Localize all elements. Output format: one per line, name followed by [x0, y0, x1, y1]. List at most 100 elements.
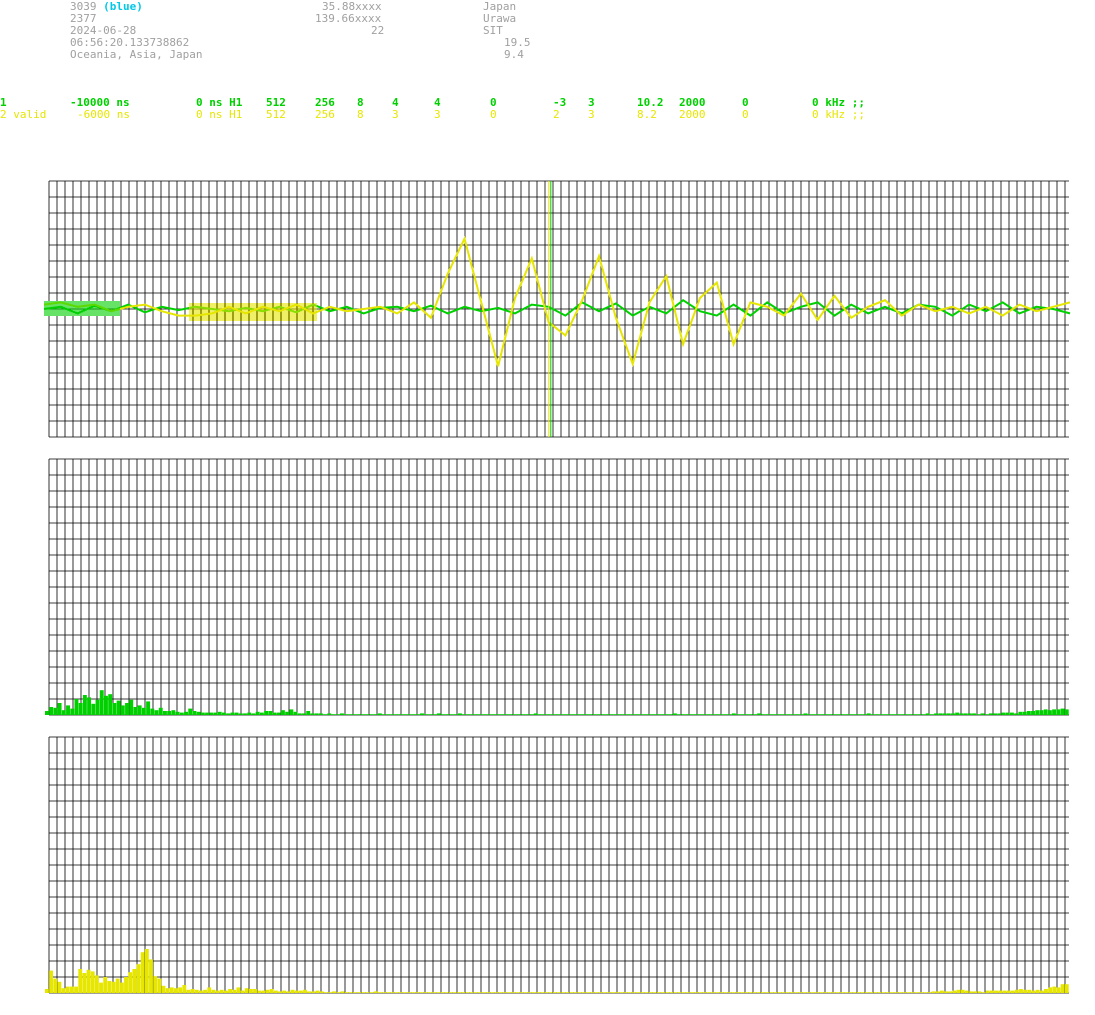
spectrum-1-bar [1001, 712, 1006, 715]
spectrum-2-bar [552, 992, 557, 993]
spectrum-2-bar [344, 992, 349, 993]
spectrum-2-bar [448, 992, 453, 993]
spectrum-2-bar [315, 990, 320, 993]
spectrum-1-bar [91, 703, 96, 715]
spectrum-2-bar [99, 982, 103, 993]
spectrum-2-bar [161, 985, 166, 993]
spectrum-1-bar [356, 714, 361, 715]
spectrum-1-bar [605, 714, 610, 715]
spectrum-1-bar [811, 714, 816, 715]
spectrum-1-bar [196, 711, 201, 715]
spectrum-2-bar [69, 986, 74, 993]
spectrum-1-bar [415, 714, 420, 715]
spectrum-2-bar [423, 992, 428, 993]
spectrum-2-bar [273, 990, 278, 993]
spectrum-2-bar [332, 991, 337, 993]
spectrum-2-bar [190, 989, 195, 993]
spectrum-1-bar [226, 713, 231, 715]
spectrum-1-bar [1010, 712, 1014, 715]
spectrum-1-grid [48, 458, 1069, 716]
spectrum-1-bar [727, 714, 732, 715]
spectrum-2-bar [810, 992, 815, 993]
spectrum-1-bar [904, 714, 909, 715]
spectrum-1-bar [1005, 712, 1010, 715]
spectrum-2-bar [240, 990, 245, 993]
spectrum-2-bar [477, 992, 482, 993]
spectrum-1-bar [104, 695, 108, 715]
spectrum-2-bar [82, 973, 87, 993]
spectrum-1-bar [533, 713, 538, 715]
spectrum-2-bar [119, 982, 124, 993]
spectrum-1-bar [790, 714, 795, 715]
spectrum-1-bar [803, 713, 808, 715]
spectrum-2-bar [444, 992, 449, 993]
spectrum-2-bar [798, 992, 803, 993]
spectrum-1-bar [613, 714, 618, 715]
spectrum-2-bar [165, 988, 170, 993]
spectrum-2-bar [735, 992, 740, 993]
spectrum-1-bar [369, 714, 374, 715]
spectrum-2-bar [794, 992, 799, 993]
spectrum-1-bar [748, 714, 753, 715]
spectrum-1-bar [116, 700, 121, 715]
spectrum-1-bar [129, 699, 134, 715]
spectrum-2-bar [498, 992, 503, 993]
spectrum-1-bar [1039, 710, 1044, 715]
spectrum-2-bar [182, 985, 187, 993]
spectrum-1-bar [820, 714, 825, 715]
spectrum-1-bar [731, 713, 736, 715]
spectrum-2-bar [848, 992, 853, 993]
spectrum-2-bar [690, 992, 695, 993]
spectrum-1-bar [942, 713, 947, 715]
spectrum-2-bar [569, 992, 574, 993]
spectrum-1-bar [799, 714, 804, 715]
spectrum-1-bar [554, 714, 559, 715]
spectrum-2-bar [998, 990, 1003, 993]
spectrum-2-bar [378, 992, 382, 993]
spectrum-1-bar [407, 714, 412, 715]
spectrum-1-bar [719, 714, 724, 715]
spectrum-1-bar [736, 714, 740, 715]
spectrum-1-bar [259, 712, 264, 715]
spectrum-2-bar [361, 992, 366, 993]
spectrum-1-bar [862, 714, 867, 715]
spectrum-1-bar [61, 710, 66, 715]
spectrum-2-bar [319, 991, 324, 993]
spectrum-2-bar [207, 987, 212, 993]
spectrum-1-bar [441, 714, 446, 715]
spectrum-2-bar [760, 992, 765, 993]
spectrum-2-bar [706, 992, 711, 993]
spectrum-2-bar [427, 992, 432, 993]
spectrum-2-bar [727, 992, 732, 993]
spectrum-2-bar [436, 992, 441, 993]
spectrum-1-bar [1052, 709, 1057, 715]
spectrum-1-bar [112, 703, 117, 715]
spectrum-2-bar [465, 992, 470, 993]
spectrum-2-bar [86, 969, 91, 993]
spectrum-1-bar [466, 714, 471, 715]
spectrum-1-bar [795, 714, 799, 715]
spectrum-1-bar [938, 713, 943, 715]
spectrum-1-bar [538, 714, 542, 715]
spectrum-1-bar [158, 707, 163, 715]
spectrum-2-bar [357, 992, 362, 993]
spectrum-1-bar [955, 712, 960, 715]
spectrum-2-bar [910, 992, 915, 993]
spectrum-1-bar [521, 714, 526, 715]
spectrum-2-bar [581, 992, 586, 993]
spectrum-1-bar [575, 714, 580, 715]
spectrum-2-bar [565, 992, 570, 993]
spectrum-1-bar [609, 714, 614, 715]
spectrum-2-bar [869, 992, 874, 993]
spectrum-2-bar [365, 992, 370, 993]
spectrum-1-bar [162, 711, 167, 715]
spectrum-2-bar [149, 959, 153, 993]
spectrum-1-bar [285, 711, 290, 715]
spectrum-2-bar [631, 992, 636, 993]
spectrum-2-bar [390, 992, 395, 993]
spectrum-1-bar [571, 714, 576, 715]
spectrum-1-bar [420, 713, 424, 715]
spectrum-1-bar [592, 714, 597, 715]
spectrum-2-bar [502, 992, 507, 993]
spectrum-1-bar [339, 713, 344, 715]
